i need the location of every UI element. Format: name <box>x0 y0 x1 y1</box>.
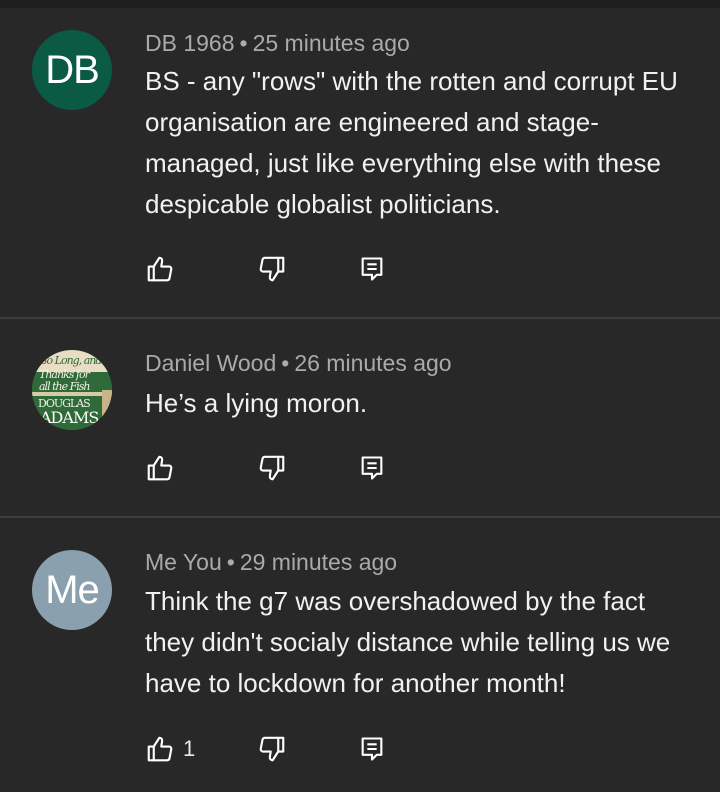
comment-author[interactable]: Me You <box>145 549 222 575</box>
meta-separator: • <box>239 30 248 56</box>
comment-actions <box>0 253 720 285</box>
avatar-initials: Me <box>45 567 100 612</box>
meta-separator: • <box>281 350 290 376</box>
comment-author[interactable]: DB 1968 <box>145 30 235 56</box>
like-button[interactable]: 1 <box>145 733 195 765</box>
reply-icon <box>358 255 386 283</box>
reply-button[interactable] <box>358 253 386 285</box>
avatar-text-line: all the Fish <box>39 380 90 393</box>
comment-meta: Daniel Wood • 26 minutes ago <box>145 350 452 377</box>
dislike-button[interactable] <box>257 733 287 765</box>
comment-actions <box>0 452 720 484</box>
avatar[interactable]: So Long, and Thanks for all the Fish DOU… <box>32 350 112 430</box>
comment-time[interactable]: 25 minutes ago <box>253 30 410 56</box>
comment-item: DB DB 1968 • 25 minutes ago BS - any "rows… <box>0 0 720 318</box>
book-cover-avatar-image: So Long, and Thanks for all the Fish DOU… <box>32 350 112 430</box>
comment-item: So Long, and Thanks for all the Fish DOU… <box>0 319 720 517</box>
like-count: 1 <box>183 736 196 761</box>
avatar[interactable]: DB <box>32 30 112 110</box>
avatar-initials: DB <box>45 47 100 92</box>
reply-button[interactable] <box>358 452 386 484</box>
thumbs-up-icon <box>145 734 175 764</box>
thumbs-up-icon <box>145 254 175 284</box>
dislike-button[interactable] <box>257 452 287 484</box>
comment-meta: DB 1968 • 25 minutes ago <box>145 30 410 57</box>
comment-time[interactable]: 26 minutes ago <box>294 350 451 376</box>
avatar-text-line: So Long, and <box>40 354 102 367</box>
thumbs-down-icon <box>257 453 287 483</box>
comment-author[interactable]: Daniel Wood <box>145 350 276 376</box>
meta-separator: • <box>226 549 235 575</box>
comment-text: BS - any "rows" with the rotten and corr… <box>145 66 678 219</box>
like-button[interactable] <box>145 253 183 285</box>
thumbs-down-icon <box>257 254 287 284</box>
avatar-text-line: ADAMS <box>39 408 98 427</box>
thumbs-down-icon <box>257 734 287 764</box>
reply-button[interactable] <box>358 733 386 765</box>
comment-time[interactable]: 29 minutes ago <box>240 549 397 575</box>
comment-text: He’s a lying moron. <box>145 388 368 418</box>
reply-icon <box>358 454 386 482</box>
comment-actions: 1 <box>0 733 720 765</box>
thumbs-up-icon <box>145 453 175 483</box>
avatar[interactable]: Me <box>32 550 112 630</box>
comment-text: Think the g7 was overshadowed by the fac… <box>145 586 671 698</box>
dislike-button[interactable] <box>257 253 287 285</box>
reply-icon <box>358 735 386 763</box>
comment-item: Me Me You • 29 minutes ago Think the g7 wa… <box>0 518 720 792</box>
like-button[interactable] <box>145 452 183 484</box>
comment-meta: Me You • 29 minutes ago <box>145 549 397 576</box>
